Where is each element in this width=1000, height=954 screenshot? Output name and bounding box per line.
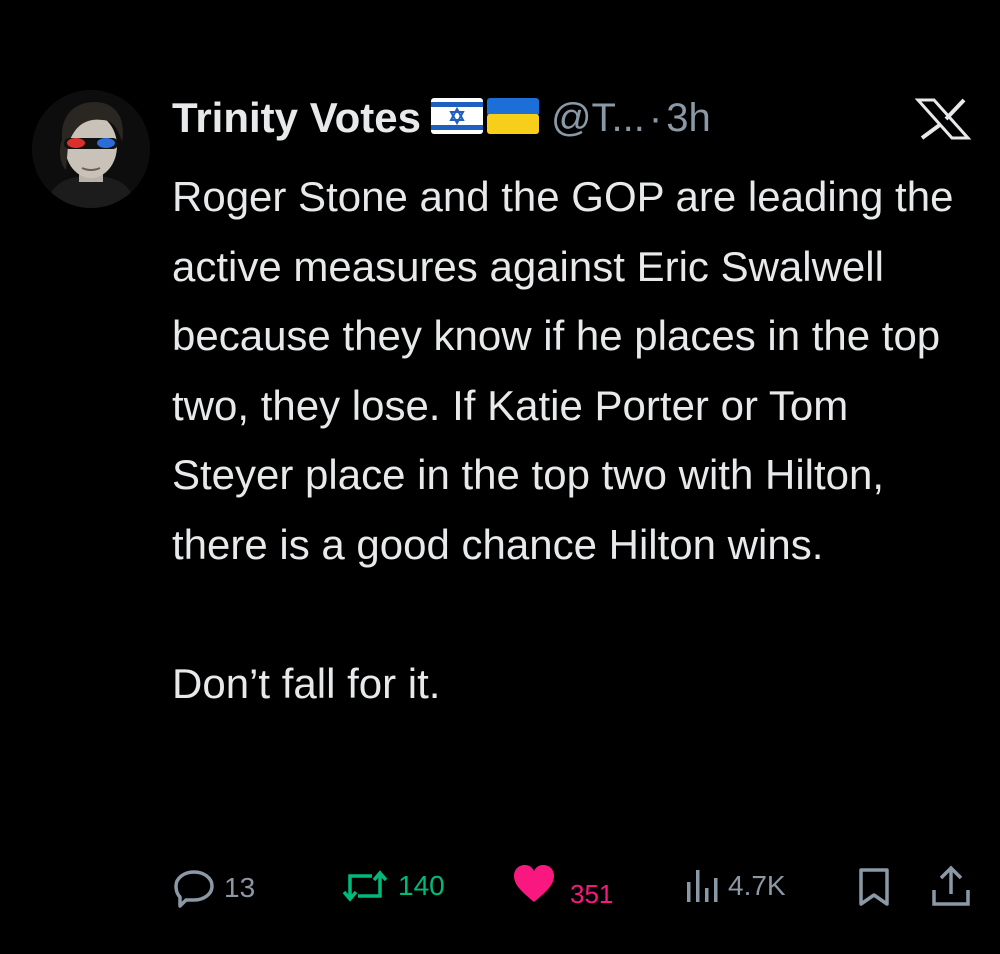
- reply-button[interactable]: 13: [172, 866, 255, 910]
- tweet-paragraph: Don’t fall for it.: [172, 659, 441, 707]
- display-name[interactable]: Trinity Votes: [172, 94, 421, 142]
- views-button[interactable]: 4.7K: [684, 866, 786, 906]
- user-handle[interactable]: @T...: [551, 96, 645, 141]
- timestamp[interactable]: 3h: [666, 96, 711, 141]
- ukraine-flag-icon: [486, 97, 539, 139]
- avatar-portrait-image: [32, 90, 150, 208]
- like-count: 351: [570, 878, 614, 909]
- retweet-button[interactable]: 140: [340, 866, 445, 906]
- retweet-icon: [342, 870, 388, 902]
- separator-dot: ·: [648, 95, 663, 140]
- views-chart-icon: [687, 870, 718, 902]
- retweet-count: 140: [398, 870, 445, 901]
- tweet-paragraph: Roger Stone and the GOP are leading the …: [172, 173, 954, 568]
- bookmark-button[interactable]: [856, 866, 892, 908]
- tweet-header: Trinity Votes @T... · 3h: [172, 88, 711, 148]
- share-icon: [932, 865, 970, 906]
- reply-icon: [174, 870, 214, 908]
- avatar[interactable]: [32, 90, 150, 208]
- share-button[interactable]: [930, 864, 972, 910]
- bookmark-icon: [859, 868, 889, 906]
- x-logo-icon[interactable]: [914, 98, 972, 140]
- like-button[interactable]: 351: [512, 862, 613, 909]
- heart-icon: [514, 865, 554, 902]
- israel-flag-icon: [430, 97, 483, 139]
- reply-count: 13: [224, 872, 256, 903]
- views-count: 4.7K: [728, 870, 786, 901]
- tweet-text: Roger Stone and the GOP are leading the …: [172, 162, 972, 718]
